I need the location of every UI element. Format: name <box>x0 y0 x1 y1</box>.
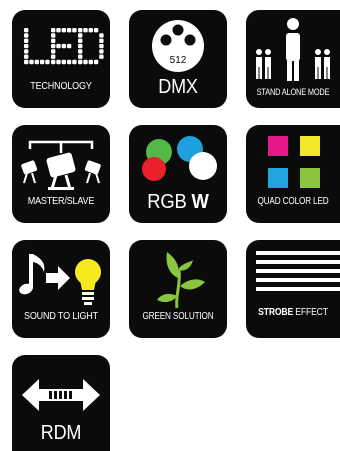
led-dot <box>51 49 56 54</box>
strobe-effect-label: STROBE EFFECT <box>254 306 331 318</box>
green-solution-icon: GREEN SOLUTION <box>129 240 227 338</box>
master-slave-icon: MASTER/SLAVE <box>12 125 110 223</box>
led-technology-label: TECHNOLOGY <box>30 80 92 92</box>
led-dot <box>34 59 39 65</box>
note-arrow-bulb-icon <box>19 254 101 305</box>
led-dot <box>61 59 66 65</box>
rdm-label: RDM <box>40 422 82 444</box>
led-dot-matrix-icon <box>24 28 104 65</box>
led-dot <box>51 59 56 65</box>
master-slave-label: MASTER/SLAVE <box>27 195 95 207</box>
led-dot <box>78 49 83 54</box>
led-dot <box>66 59 72 65</box>
strobe-effect-icon: STROBE EFFECT <box>246 240 340 338</box>
led-dot <box>24 59 29 65</box>
led-dot <box>83 28 88 33</box>
dmx-512-label: 512 <box>170 55 187 66</box>
strobe-lines-icon <box>256 251 340 291</box>
rgb-text: RGB <box>147 191 187 213</box>
led-dot <box>29 59 34 65</box>
led-dot <box>61 43 66 49</box>
led-dot <box>39 59 45 65</box>
stand-alone-mode-icon: STAND ALONE MODE <box>246 10 340 108</box>
led-dot <box>78 38 83 43</box>
led-dot <box>88 28 93 33</box>
led-dot <box>24 49 29 54</box>
led-dot <box>56 43 61 49</box>
led-dot <box>99 49 104 54</box>
led-dot <box>78 54 83 59</box>
led-dot <box>51 43 56 49</box>
led-dot <box>45 59 50 65</box>
led-dot <box>56 28 61 33</box>
led-dot <box>99 38 104 43</box>
led-dot <box>78 43 83 49</box>
led-dot <box>88 59 93 65</box>
sound-to-light-label: SOUND TO LIGHT <box>23 310 99 322</box>
led-dot <box>24 54 29 59</box>
led-dot <box>51 28 56 33</box>
sound-to-light-icon: SOUND TO LIGHT <box>12 240 110 338</box>
stand-alone-mode-label: STAND ALONE MODE <box>256 87 330 97</box>
led-dot <box>24 33 29 38</box>
led-dot <box>72 59 77 65</box>
quad-color-led-label: QUAD COLOR LED <box>257 196 329 207</box>
led-dot <box>51 38 56 43</box>
led-dot <box>83 59 88 65</box>
dmx-icon: 512 DMX <box>129 10 227 108</box>
rdm-icon: RDM <box>12 355 110 451</box>
rgbw-icon: RGB W <box>129 125 227 223</box>
led-dot <box>72 28 77 33</box>
dmx-label: DMX <box>158 76 198 98</box>
led-dot <box>24 43 29 49</box>
spotlights-icon <box>21 140 101 190</box>
effect-text: EFFECT <box>295 306 328 318</box>
led-dot <box>56 59 61 65</box>
led-dot <box>99 33 104 38</box>
led-dot <box>78 59 83 65</box>
rgbw-label: RGB W <box>133 191 223 214</box>
led-dot <box>99 54 104 59</box>
led-dot <box>24 28 29 33</box>
led-dot <box>61 28 66 33</box>
strobe-text: STROBE <box>258 306 294 318</box>
led-dot <box>66 43 72 49</box>
led-dot <box>24 38 29 43</box>
led-dot <box>78 33 83 38</box>
led-dot <box>66 28 72 33</box>
led-dot <box>51 33 56 38</box>
w-text: W <box>191 191 209 213</box>
led-dot <box>51 54 56 59</box>
green-solution-label: GREEN SOLUTION <box>142 311 214 322</box>
four-color-squares-icon <box>268 136 320 188</box>
led-dot <box>99 43 104 49</box>
led-dot <box>93 59 99 65</box>
led-technology-icon: TECHNOLOGY <box>12 10 110 108</box>
quad-color-led-icon: QUAD COLOR LED <box>246 125 340 223</box>
led-dot <box>93 28 99 33</box>
plant-leaf-icon <box>157 252 205 309</box>
led-dot <box>78 28 83 33</box>
